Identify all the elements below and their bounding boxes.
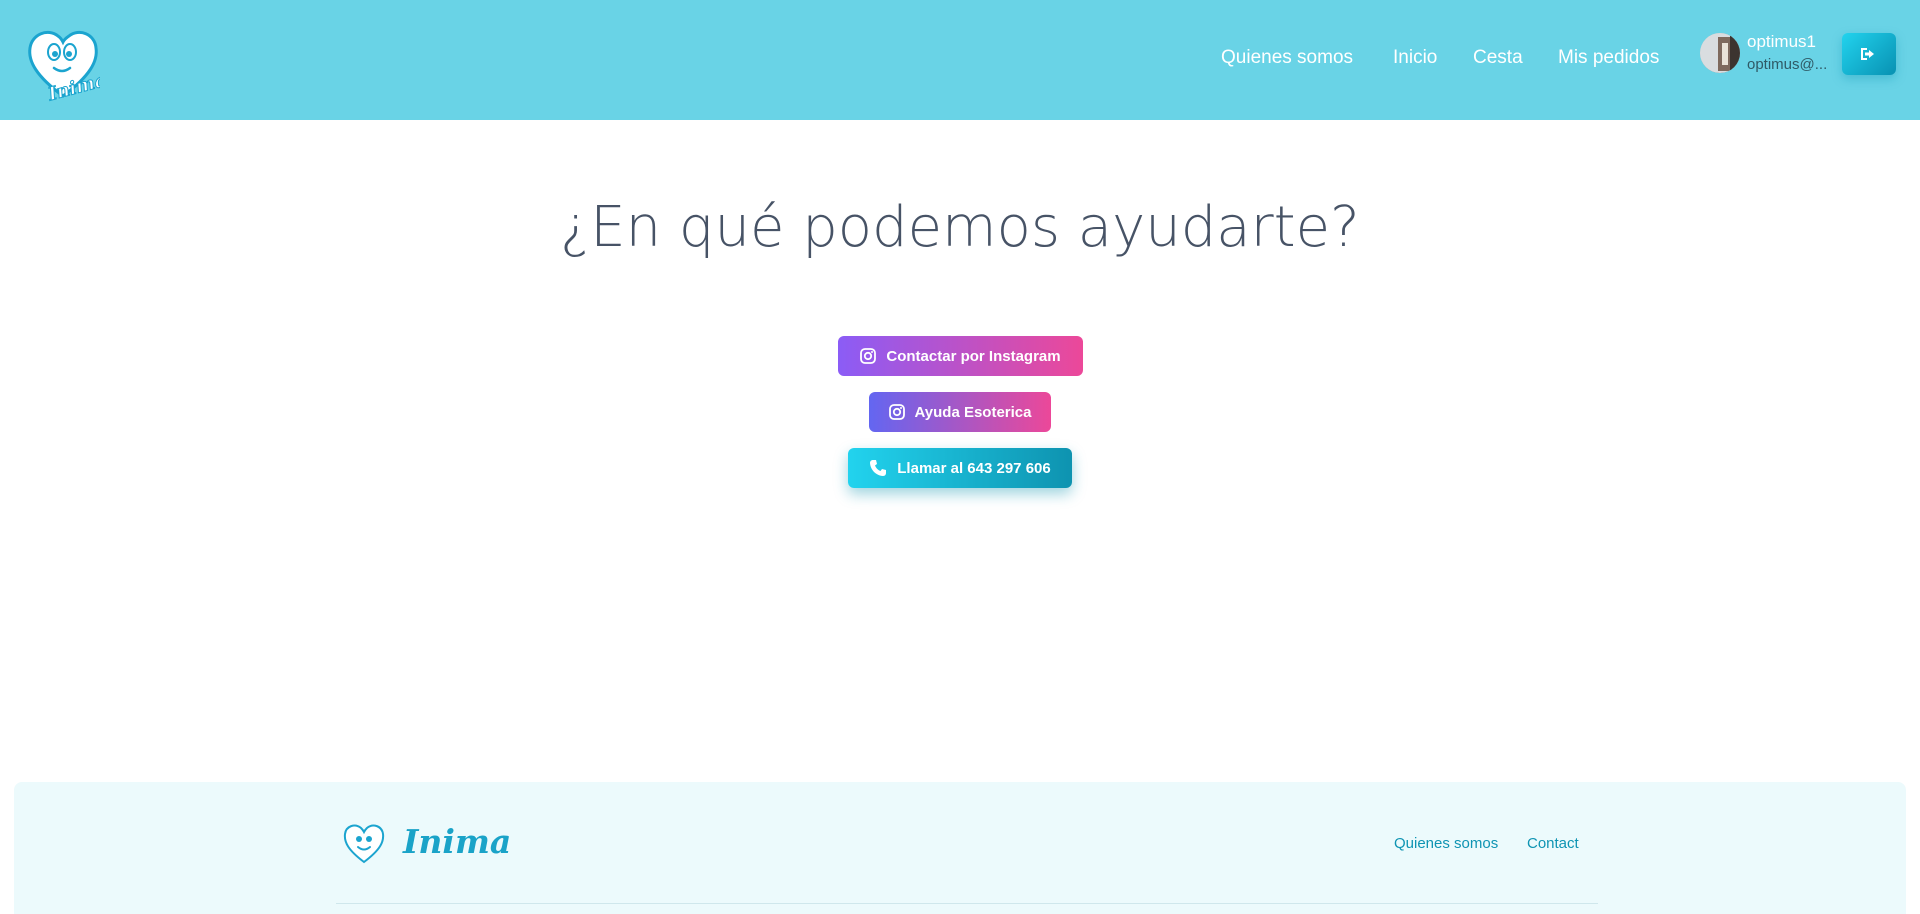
nav-link-inicio[interactable]: Inicio [1393, 46, 1437, 70]
esoteric-help-label: Ayuda Esoterica [914, 403, 1032, 421]
main-nav: Quienes somos Inicio Cesta Mis pedidos [0, 46, 1920, 70]
nav-link-mis-pedidos[interactable]: Mis pedidos [1558, 46, 1659, 70]
site-footer: Inima Quienes somos Contact [14, 782, 1906, 914]
contact-instagram-button[interactable]: Contactar por Instagram [838, 336, 1083, 376]
footer-divider [336, 903, 1598, 904]
avatar-photo-icon [1700, 33, 1740, 73]
top-header: Inima Quienes somos Inicio Cesta Mis ped… [0, 0, 1920, 120]
page-title: ¿En qué podemos ayudarte? [560, 195, 1360, 260]
call-phone-button[interactable]: Llamar al 643 297 606 [848, 448, 1072, 488]
contact-instagram-label: Contactar por Instagram [886, 347, 1061, 365]
instagram-icon [860, 348, 877, 364]
phone-icon [870, 460, 887, 476]
esoteric-help-button[interactable]: Ayuda Esoterica [869, 392, 1051, 432]
nav-link-quienes-somos[interactable]: Quienes somos [1221, 46, 1353, 70]
sign-out-icon [1861, 48, 1874, 60]
user-email: optimus@... [1747, 56, 1828, 73]
call-phone-label: Llamar al 643 297 606 [897, 459, 1051, 477]
instagram-icon [888, 404, 905, 420]
heart-mascot-icon [343, 824, 385, 864]
footer-link-contact[interactable]: Contact [1527, 834, 1579, 854]
user-name: optimus1 [1747, 32, 1816, 51]
nav-link-cesta[interactable]: Cesta [1473, 46, 1523, 70]
footer-logo[interactable] [342, 822, 386, 866]
user-avatar[interactable] [1700, 33, 1740, 73]
footer-brand: Inima [403, 822, 512, 861]
footer-link-quienes-somos[interactable]: Quienes somos [1394, 834, 1498, 854]
logout-button[interactable] [1842, 33, 1896, 75]
